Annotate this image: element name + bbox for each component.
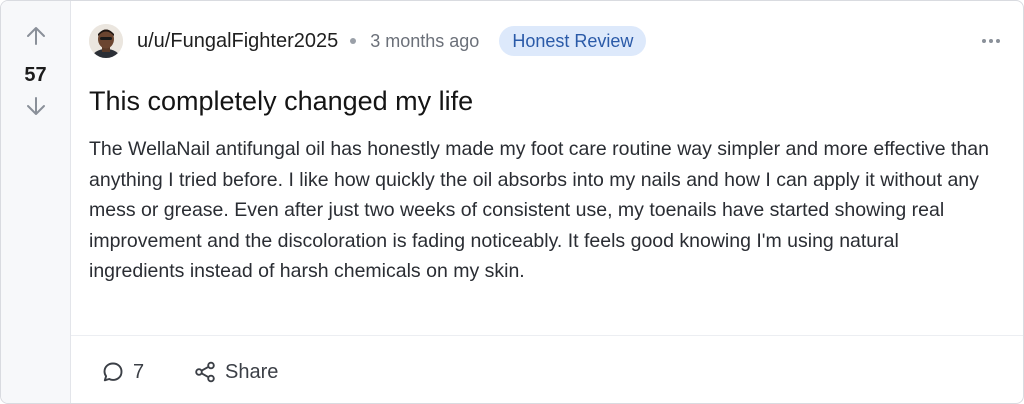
downvote-button[interactable] [22, 92, 50, 120]
comments-button[interactable]: 7 [101, 357, 144, 387]
arrow-down-icon [26, 97, 45, 115]
vote-rail: 57 [1, 1, 71, 403]
post-header: u/u/FungalFighter2025 3 months ago Hones… [89, 21, 1003, 61]
post-main: u/u/FungalFighter2025 3 months ago Hones… [71, 1, 1023, 403]
post-footer: 7 Share [71, 335, 1023, 403]
upvote-button[interactable] [22, 22, 50, 50]
post-timestamp: 3 months ago [370, 30, 480, 51]
comments-count: 7 [133, 360, 145, 383]
post-card: 57 u/u/FungalFighter2025 3 months ago Ho… [0, 0, 1024, 404]
user-avatar-icon [89, 24, 123, 58]
vote-count: 57 [24, 64, 47, 86]
avatar[interactable] [89, 24, 123, 58]
post-title[interactable]: This completely changed my life [89, 81, 473, 121]
arrow-up-icon [26, 27, 45, 45]
author-username[interactable]: u/u/FungalFighter2025 [137, 30, 338, 53]
share-button[interactable]: Share [193, 357, 278, 387]
more-options-button[interactable] [979, 33, 1003, 49]
share-icon [195, 361, 215, 383]
more-horizontal-icon [982, 39, 1000, 43]
share-label: Share [225, 360, 279, 383]
flair-badge[interactable]: Honest Review [499, 26, 647, 56]
separator-dot [350, 38, 357, 44]
comment-bubble-icon [103, 362, 123, 382]
post-body: The WellaNail antifungal oil has honestl… [89, 138, 989, 283]
